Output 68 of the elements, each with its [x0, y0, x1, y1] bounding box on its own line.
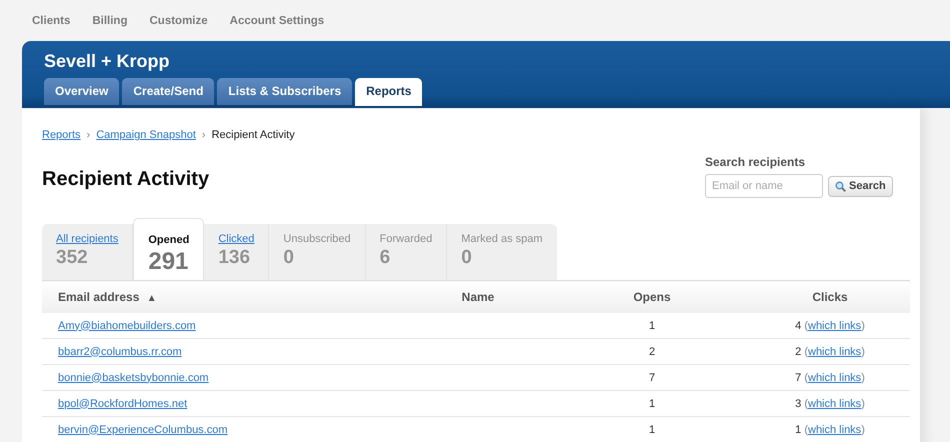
click-count: 7 — [795, 372, 802, 384]
filter-tab[interactable]: All recipients 352 — [42, 224, 134, 280]
filter-tab[interactable]: Opened 291 — [133, 218, 204, 280]
search-button[interactable]: Search — [828, 176, 893, 196]
email-link[interactable]: bpol@RockfordHomes.net — [58, 398, 188, 410]
filter-label: Unsubscribed — [283, 233, 351, 245]
parenthesis: ) — [861, 346, 865, 358]
parenthesis: ) — [861, 424, 865, 436]
nav-tab[interactable]: Create/Send — [122, 78, 214, 105]
nav-tab[interactable]: Lists & Subscribers — [217, 78, 352, 105]
filter-label: Forwarded — [380, 233, 432, 245]
search-field[interactable]: Email or name — [705, 174, 823, 198]
parenthesis: ) — [861, 372, 865, 384]
nav-tab[interactable]: Overview — [44, 78, 120, 105]
table-cell: 1 — [554, 313, 750, 338]
filter-count: 0 — [283, 247, 295, 269]
filter-count: 136 — [218, 247, 252, 269]
which-links-link[interactable]: which links — [808, 372, 862, 384]
client-title: Sevell + Kropp — [44, 51, 171, 72]
nav-tab[interactable]: Reports — [355, 78, 422, 106]
breadcrumb-separator: › — [86, 129, 90, 141]
parenthesis: ( — [804, 424, 808, 436]
filter-label[interactable]: Clicked — [218, 233, 254, 245]
filter-count: 6 — [380, 247, 392, 269]
email-link[interactable]: Amy@biahomebuilders.com — [58, 320, 196, 332]
click-count: 2 — [795, 346, 802, 358]
which-links-link[interactable]: which links — [808, 346, 862, 358]
page-heading: Recipient Activity — [42, 168, 210, 191]
table-cell: 7 — [554, 364, 750, 390]
nav-link[interactable]: Customize — [149, 15, 208, 41]
filter-label: Marked as spam — [461, 233, 543, 245]
breadcrumb-link[interactable]: Reports — [42, 129, 81, 141]
column-header[interactable]: Opens — [554, 280, 750, 313]
parenthesis: ( — [804, 372, 808, 384]
which-links-link[interactable]: which links — [808, 398, 862, 410]
parenthesis: ( — [804, 320, 808, 332]
nav-link[interactable]: Billing — [92, 15, 128, 41]
nav-link[interactable]: Account Settings — [230, 15, 324, 41]
filter-label[interactable]: Opened — [148, 234, 190, 246]
which-links-link[interactable]: which links — [808, 424, 862, 436]
email-link[interactable]: bonnie@basketsbybonnie.com — [58, 372, 209, 384]
search-label: Search recipients — [705, 155, 806, 169]
click-count: 1 — [795, 424, 802, 436]
filter-count: 0 — [461, 247, 473, 269]
breadcrumb-separator: › — [202, 129, 206, 141]
table-cell: 1 — [554, 390, 750, 416]
email-link[interactable]: bbarr2@columbus.rr.com — [58, 346, 182, 358]
click-count: 4 — [795, 320, 802, 332]
table-cell: 1 — [554, 416, 750, 442]
filter-label[interactable]: All recipients — [56, 233, 118, 245]
click-count: 3 — [795, 398, 802, 410]
column-header[interactable]: Email address ▲ — [42, 280, 402, 313]
column-header[interactable]: Clicks — [750, 280, 910, 313]
parenthesis: ) — [861, 320, 865, 332]
sort-arrow-icon: ▲ — [146, 293, 157, 304]
parenthesis: ) — [861, 398, 865, 410]
table-cell: 2 — [554, 338, 750, 364]
parenthesis: ( — [804, 398, 808, 410]
search-icon — [835, 180, 846, 192]
column-header[interactable]: Name — [402, 280, 554, 313]
parenthesis: ( — [804, 346, 808, 358]
email-link[interactable]: bervin@ExperienceColumbus.com — [58, 424, 228, 436]
filter-count: 352 — [56, 247, 89, 269]
filter-count: 291 — [148, 248, 190, 276]
which-links-link[interactable]: which links — [808, 320, 862, 332]
nav-link[interactable]: Clients — [32, 15, 70, 41]
breadcrumb-link[interactable]: Campaign Snapshot — [96, 129, 196, 141]
breadcrumb-current: Recipient Activity — [212, 129, 295, 141]
